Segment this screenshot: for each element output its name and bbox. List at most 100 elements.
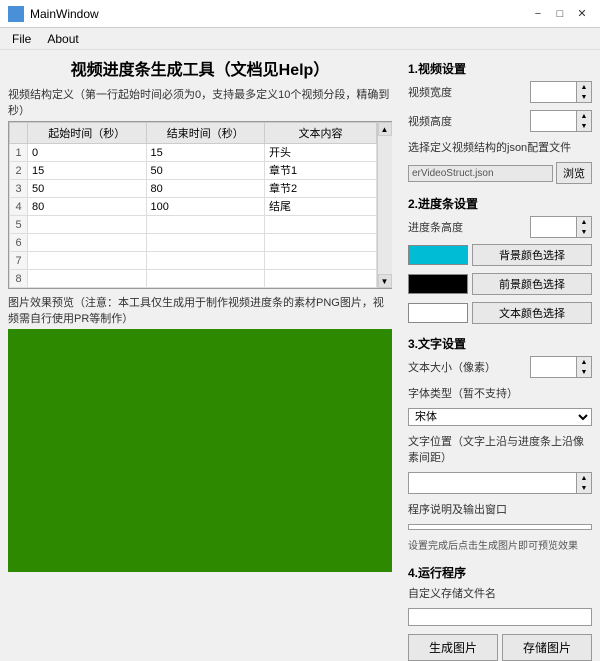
- scroll-up-arrow[interactable]: ▲: [378, 122, 392, 136]
- filename-input[interactable]: [408, 608, 592, 626]
- video-height-input[interactable]: 1080: [531, 114, 576, 128]
- video-width-up[interactable]: ▲: [577, 82, 591, 92]
- menu-file[interactable]: File: [4, 30, 39, 48]
- generate-button[interactable]: 生成图片: [408, 634, 498, 661]
- text-input-1[interactable]: [267, 146, 374, 158]
- row-text-1[interactable]: [265, 144, 377, 162]
- font-size-input[interactable]: 46: [531, 360, 576, 374]
- row-start-6[interactable]: [28, 234, 147, 252]
- text-input-3[interactable]: [267, 182, 374, 194]
- row-text-2[interactable]: [265, 162, 377, 180]
- row-text-6[interactable]: [265, 234, 377, 252]
- font-type-select[interactable]: 宋体: [408, 408, 592, 426]
- start-input-4[interactable]: [30, 201, 144, 213]
- end-input-4[interactable]: [149, 201, 263, 213]
- col-text-header: 文本内容: [265, 123, 377, 144]
- text-input-4[interactable]: [267, 200, 374, 212]
- title-bar-controls: − □ ✕: [528, 4, 592, 24]
- end-input-2[interactable]: [149, 165, 263, 177]
- row-end-6[interactable]: [146, 234, 265, 252]
- table-row: 8: [10, 270, 377, 288]
- row-end-8[interactable]: [146, 270, 265, 288]
- progress-height-row: 进度条高度 54 ▲ ▼: [408, 216, 592, 238]
- col-end-header: 结束时间（秒）: [146, 123, 265, 144]
- row-start-5[interactable]: [28, 216, 147, 234]
- font-size-up[interactable]: ▲: [577, 357, 591, 367]
- row-text-5[interactable]: [265, 216, 377, 234]
- row-text-4[interactable]: [265, 198, 377, 216]
- font-size-spinner: 46 ▲ ▼: [530, 356, 592, 378]
- end-input-6[interactable]: [149, 237, 263, 249]
- font-pos-label: 文字位置（文字上沿与进度条上沿像素间距）: [408, 433, 592, 465]
- text-input-5[interactable]: [267, 219, 374, 231]
- title-bar: MainWindow − □ ✕: [0, 0, 600, 28]
- row-end-4[interactable]: [146, 198, 265, 216]
- row-text-3[interactable]: [265, 180, 377, 198]
- log-area: [408, 524, 592, 530]
- start-input-7[interactable]: [30, 255, 144, 267]
- video-height-up[interactable]: ▲: [577, 111, 591, 121]
- progress-height-input[interactable]: 54: [531, 220, 576, 234]
- end-input-7[interactable]: [149, 255, 263, 267]
- text-color-button[interactable]: 文本颜色选择: [472, 302, 592, 324]
- row-start-1[interactable]: [28, 144, 147, 162]
- row-end-2[interactable]: [146, 162, 265, 180]
- video-width-input[interactable]: 1920: [531, 85, 576, 99]
- row-start-8[interactable]: [28, 270, 147, 288]
- end-input-8[interactable]: [149, 273, 263, 285]
- row-num-7: 7: [10, 252, 28, 270]
- font-size-down[interactable]: ▼: [577, 367, 591, 377]
- font-pos-up[interactable]: ▲: [577, 473, 591, 483]
- start-input-6[interactable]: [30, 237, 144, 249]
- end-input-1[interactable]: [149, 147, 263, 159]
- progress-height-down[interactable]: ▼: [577, 227, 591, 237]
- row-start-3[interactable]: [28, 180, 147, 198]
- close-button[interactable]: ✕: [572, 4, 592, 24]
- text-input-2[interactable]: [267, 164, 374, 176]
- font-pos-spin-btns: ▲ ▼: [576, 473, 591, 493]
- text-input-6[interactable]: [267, 237, 374, 249]
- video-height-down[interactable]: ▼: [577, 121, 591, 131]
- start-input-8[interactable]: [30, 273, 144, 285]
- row-end-7[interactable]: [146, 252, 265, 270]
- font-size-spin-btns: ▲ ▼: [576, 357, 591, 377]
- video-width-spin-btns: ▲ ▼: [576, 82, 591, 102]
- video-section-title: 1.视频设置: [408, 60, 592, 77]
- font-pos-down[interactable]: ▼: [577, 483, 591, 493]
- table-row: 1: [10, 144, 377, 162]
- save-button[interactable]: 存储图片: [502, 634, 592, 661]
- start-input-3[interactable]: [30, 183, 144, 195]
- scroll-down-arrow[interactable]: ▼: [378, 274, 392, 288]
- text-input-8[interactable]: [267, 273, 374, 285]
- maximize-button[interactable]: □: [550, 4, 570, 24]
- minimize-button[interactable]: −: [528, 4, 548, 24]
- bg-color-button[interactable]: 背景颜色选择: [472, 244, 592, 266]
- table-scrollbar[interactable]: ▲ ▼: [377, 122, 391, 288]
- progress-height-up[interactable]: ▲: [577, 217, 591, 227]
- start-input-5[interactable]: [30, 219, 144, 231]
- row-text-8[interactable]: [265, 270, 377, 288]
- row-start-2[interactable]: [28, 162, 147, 180]
- table-row: 3: [10, 180, 377, 198]
- row-text-7[interactable]: [265, 252, 377, 270]
- row-end-5[interactable]: [146, 216, 265, 234]
- json-browse-button[interactable]: 浏览: [556, 162, 592, 184]
- table-row: 4: [10, 198, 377, 216]
- row-end-3[interactable]: [146, 180, 265, 198]
- video-height-spin-btns: ▲ ▼: [576, 111, 591, 131]
- font-pos-input[interactable]: 4: [409, 476, 576, 490]
- end-input-3[interactable]: [149, 183, 263, 195]
- video-width-spinner: 1920 ▲ ▼: [530, 81, 592, 103]
- video-width-down[interactable]: ▼: [577, 92, 591, 102]
- menu-about[interactable]: About: [39, 30, 86, 48]
- row-end-1[interactable]: [146, 144, 265, 162]
- fg-color-button[interactable]: 前景颜色选择: [472, 273, 592, 295]
- start-input-2[interactable]: [30, 165, 144, 177]
- right-panel: 1.视频设置 视频宽度 1920 ▲ ▼ 视频高度 1080 ▲ ▼ 选择定义视…: [400, 50, 600, 578]
- row-start-7[interactable]: [28, 252, 147, 270]
- row-start-4[interactable]: [28, 198, 147, 216]
- text-input-7[interactable]: [267, 255, 374, 267]
- text-color-row: 文本颜色选择: [408, 302, 592, 324]
- end-input-5[interactable]: [149, 219, 263, 231]
- start-input-1[interactable]: [30, 147, 144, 159]
